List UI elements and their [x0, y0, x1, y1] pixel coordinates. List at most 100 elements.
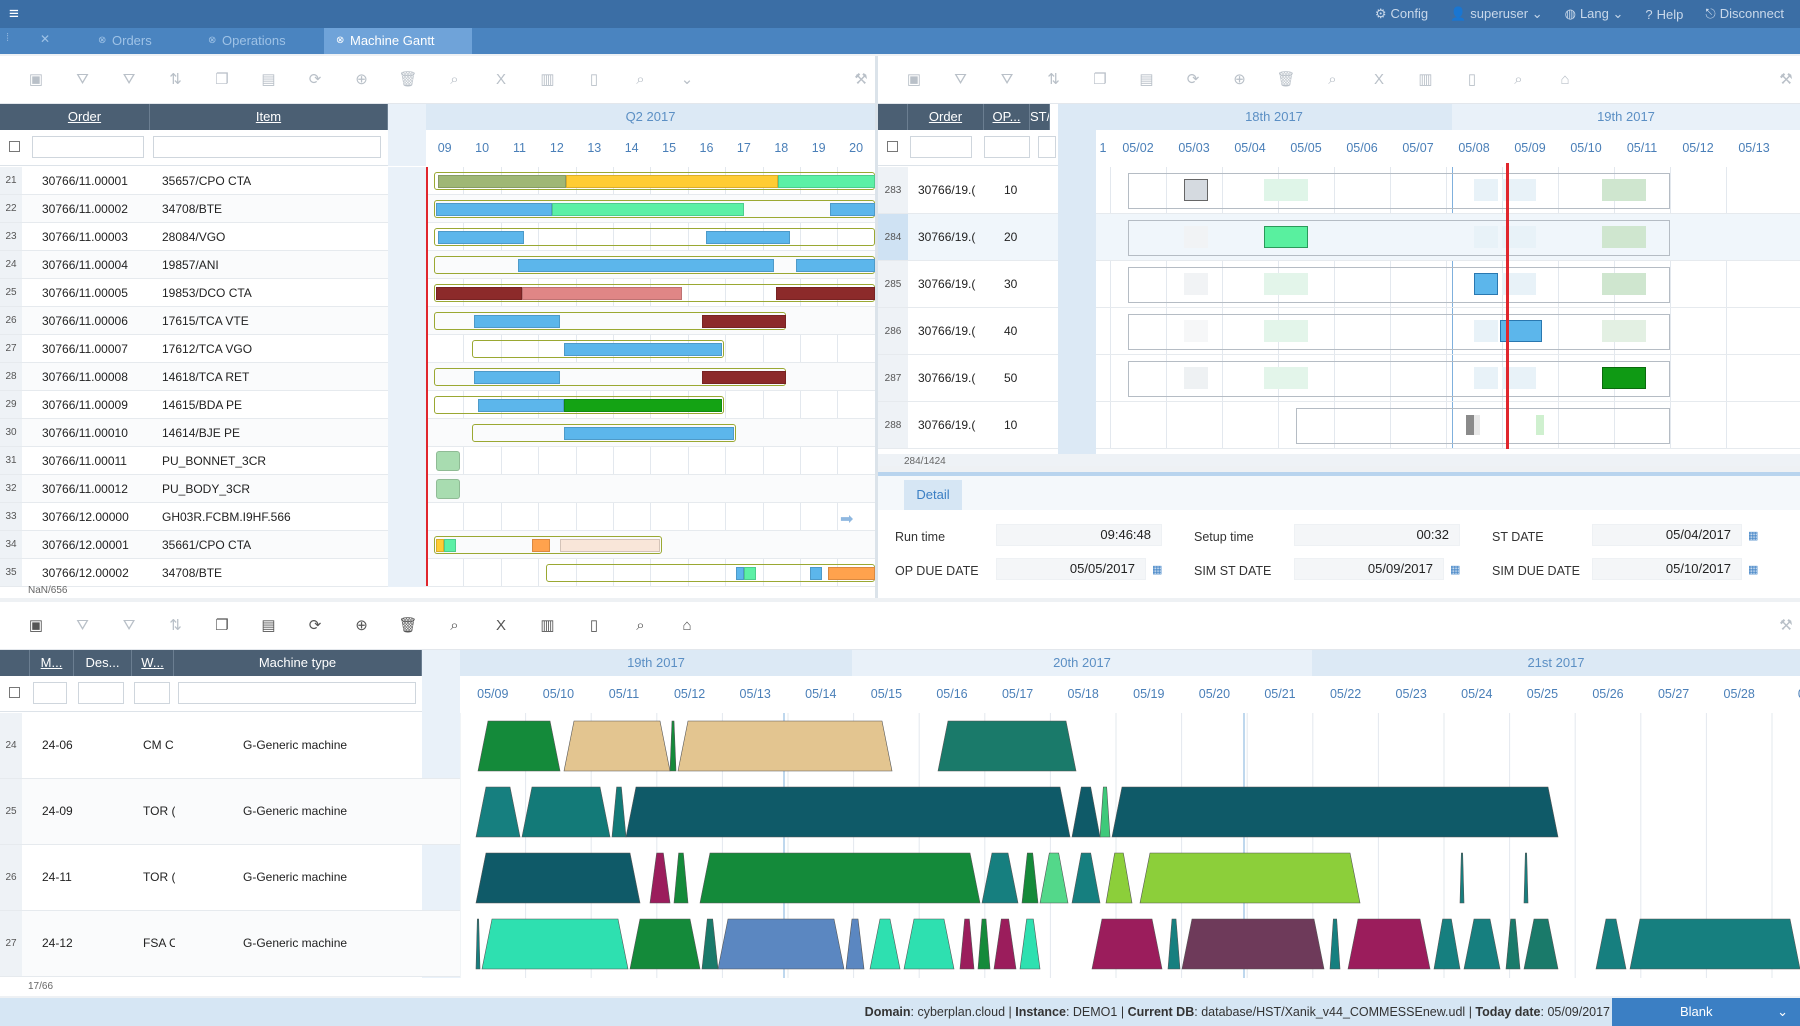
machine-load-shape[interactable] [869, 918, 901, 970]
machine-load-shape[interactable] [701, 918, 719, 970]
table-row[interactable]: 26 24-11 TOR (G-Generic machine [0, 845, 460, 911]
gantt-bar[interactable] [1184, 226, 1208, 248]
des-filter-input[interactable] [78, 682, 124, 704]
gantt-bar[interactable] [1474, 367, 1498, 389]
item-filter-input[interactable] [153, 136, 381, 158]
gantt-bar[interactable] [744, 567, 756, 580]
gantt-bar[interactable] [436, 539, 444, 552]
machine-load-shape[interactable] [1329, 918, 1341, 970]
machine-load-shape[interactable] [1111, 786, 1559, 838]
table-row[interactable]: 30 30766/11.00010 14614/BJE PE [0, 419, 875, 447]
gantt-bar[interactable] [1602, 226, 1646, 248]
table-row[interactable]: 286 30766/19.(40 [878, 308, 1800, 355]
clear-filter-icon[interactable]: ⛛ [119, 70, 139, 90]
gantt-bar[interactable] [702, 371, 786, 384]
op-due-date-value[interactable]: 05/05/2017 [996, 558, 1146, 580]
add-icon[interactable]: ⊕ [352, 616, 372, 636]
paste-icon[interactable]: ▤ [259, 70, 279, 90]
book-icon[interactable]: ▯ [1462, 70, 1482, 90]
order-filter-input[interactable] [910, 136, 972, 158]
st-filter-input[interactable] [1038, 136, 1056, 158]
table-row[interactable]: 25 30766/11.00005 19853/DCO CTA [0, 279, 875, 307]
tab-orders[interactable]: ⊗ Orders [86, 28, 186, 54]
table-row[interactable]: 285 30766/19.(30 [878, 261, 1800, 308]
gantt-bar[interactable] [566, 175, 778, 188]
gantt-bar[interactable] [1602, 367, 1646, 389]
book-icon[interactable]: ▯ [584, 70, 604, 90]
gantt-bar[interactable] [1466, 415, 1474, 435]
machine-load-shape[interactable] [1459, 852, 1465, 904]
machine-load-shape[interactable] [1347, 918, 1431, 970]
tab-operations[interactable]: ⊗ Operations [196, 28, 320, 54]
clear-filter-icon[interactable]: ⛛ [997, 70, 1017, 90]
col-header-machine-type[interactable]: Machine type [174, 650, 422, 676]
table-row[interactable]: 26 30766/11.00006 17615/TCA VTE [0, 307, 875, 335]
config-link[interactable]: ⚙ Config [1375, 6, 1428, 22]
user-menu[interactable]: 👤 superuser ⌄ [1450, 6, 1543, 22]
col-header-m[interactable]: M... [30, 650, 74, 676]
machine-load-shape[interactable] [1629, 918, 1800, 970]
copy-icon[interactable]: ❐ [1090, 70, 1110, 90]
wrench-icon[interactable]: ⚒ [1776, 616, 1796, 636]
machine-load-shape[interactable] [959, 918, 975, 970]
select-all-checkbox[interactable] [9, 141, 20, 152]
machine-load-shape[interactable] [677, 720, 893, 772]
machine-load-shape[interactable] [1463, 918, 1501, 970]
table-row[interactable]: 28 30766/11.00008 14618/TCA RET [0, 363, 875, 391]
gantt-bar[interactable] [438, 175, 566, 188]
machine-load-shape[interactable] [937, 720, 1077, 772]
close-tab-icon[interactable]: ⊗ [208, 28, 216, 54]
type-filter-input[interactable] [178, 682, 416, 704]
excel-icon[interactable]: X [491, 70, 511, 90]
machine-load-shape[interactable] [1019, 918, 1041, 970]
col-header-w[interactable]: W... [132, 650, 174, 676]
hamburger-menu-icon[interactable]: ≡ [0, 0, 28, 28]
table-row[interactable]: 27 24-12 FSA C G-Generic machine [0, 911, 460, 977]
gantt-bar[interactable] [1264, 367, 1308, 389]
gantt-bar[interactable] [830, 203, 875, 216]
zoom-out-icon[interactable]: ⌕ [631, 616, 651, 636]
arrow-right-icon[interactable]: ➡ [840, 509, 853, 529]
table-row[interactable]: 24 24-06 CM C G-Generic machine [0, 713, 460, 779]
gantt-bar[interactable] [1184, 320, 1208, 342]
table-row[interactable]: 22 30766/11.00002 34708/BTE [0, 195, 875, 223]
machine-load-shape[interactable] [475, 786, 521, 838]
col-header-des[interactable]: Des... [74, 650, 132, 676]
paste-icon[interactable]: ▤ [1137, 70, 1157, 90]
machine-load-shape[interactable] [669, 720, 677, 772]
sort-icon[interactable]: ⇅ [166, 616, 186, 636]
machine-load-shape[interactable] [1523, 918, 1559, 970]
gantt-bar[interactable] [564, 343, 722, 356]
gantt-bar[interactable] [438, 231, 524, 244]
gantt-bar[interactable] [810, 567, 822, 580]
order-filter-input[interactable] [32, 136, 144, 158]
gantt-bar[interactable] [518, 259, 774, 272]
calendar-icon[interactable]: ▦ [1152, 564, 1164, 576]
machine-load-shape[interactable] [1021, 852, 1039, 904]
close-tab-icon[interactable]: ⊗ [98, 28, 106, 54]
gantt-bar[interactable] [796, 259, 875, 272]
machine-load-shape[interactable] [1099, 786, 1111, 838]
machine-load-shape[interactable] [1167, 918, 1181, 970]
machine-load-shape[interactable] [993, 918, 1017, 970]
gantt-bar[interactable] [478, 399, 564, 412]
gantt-bar[interactable] [436, 479, 460, 499]
gantt-bar[interactable] [436, 203, 552, 216]
zoom-icon[interactable]: ⌕ [445, 70, 465, 90]
chevron-down-icon[interactable]: ⌄ [677, 70, 697, 90]
tag-icon[interactable]: ⌂ [1555, 70, 1575, 90]
table-row[interactable]: 287 30766/19.(50 [878, 355, 1800, 402]
w-filter-input[interactable] [134, 682, 170, 704]
calendar-icon[interactable]: ▦ [1450, 564, 1462, 576]
screen-icon[interactable]: ▣ [904, 70, 924, 90]
screen-icon[interactable]: ▣ [26, 70, 46, 90]
delete-icon[interactable]: 🗑 [1276, 70, 1296, 90]
machine-load-shape[interactable] [673, 852, 689, 904]
add-icon[interactable]: ⊕ [352, 70, 372, 90]
gantt-bar[interactable] [828, 567, 875, 580]
table-row[interactable]: 23 30766/11.00003 28084/VGO [0, 223, 875, 251]
table-row[interactable]: 35 30766/12.00002 34708/BTE [0, 559, 875, 587]
machine-load-shape[interactable] [1071, 786, 1101, 838]
gantt-bar[interactable] [564, 399, 722, 412]
machine-load-shape[interactable] [625, 786, 1071, 838]
